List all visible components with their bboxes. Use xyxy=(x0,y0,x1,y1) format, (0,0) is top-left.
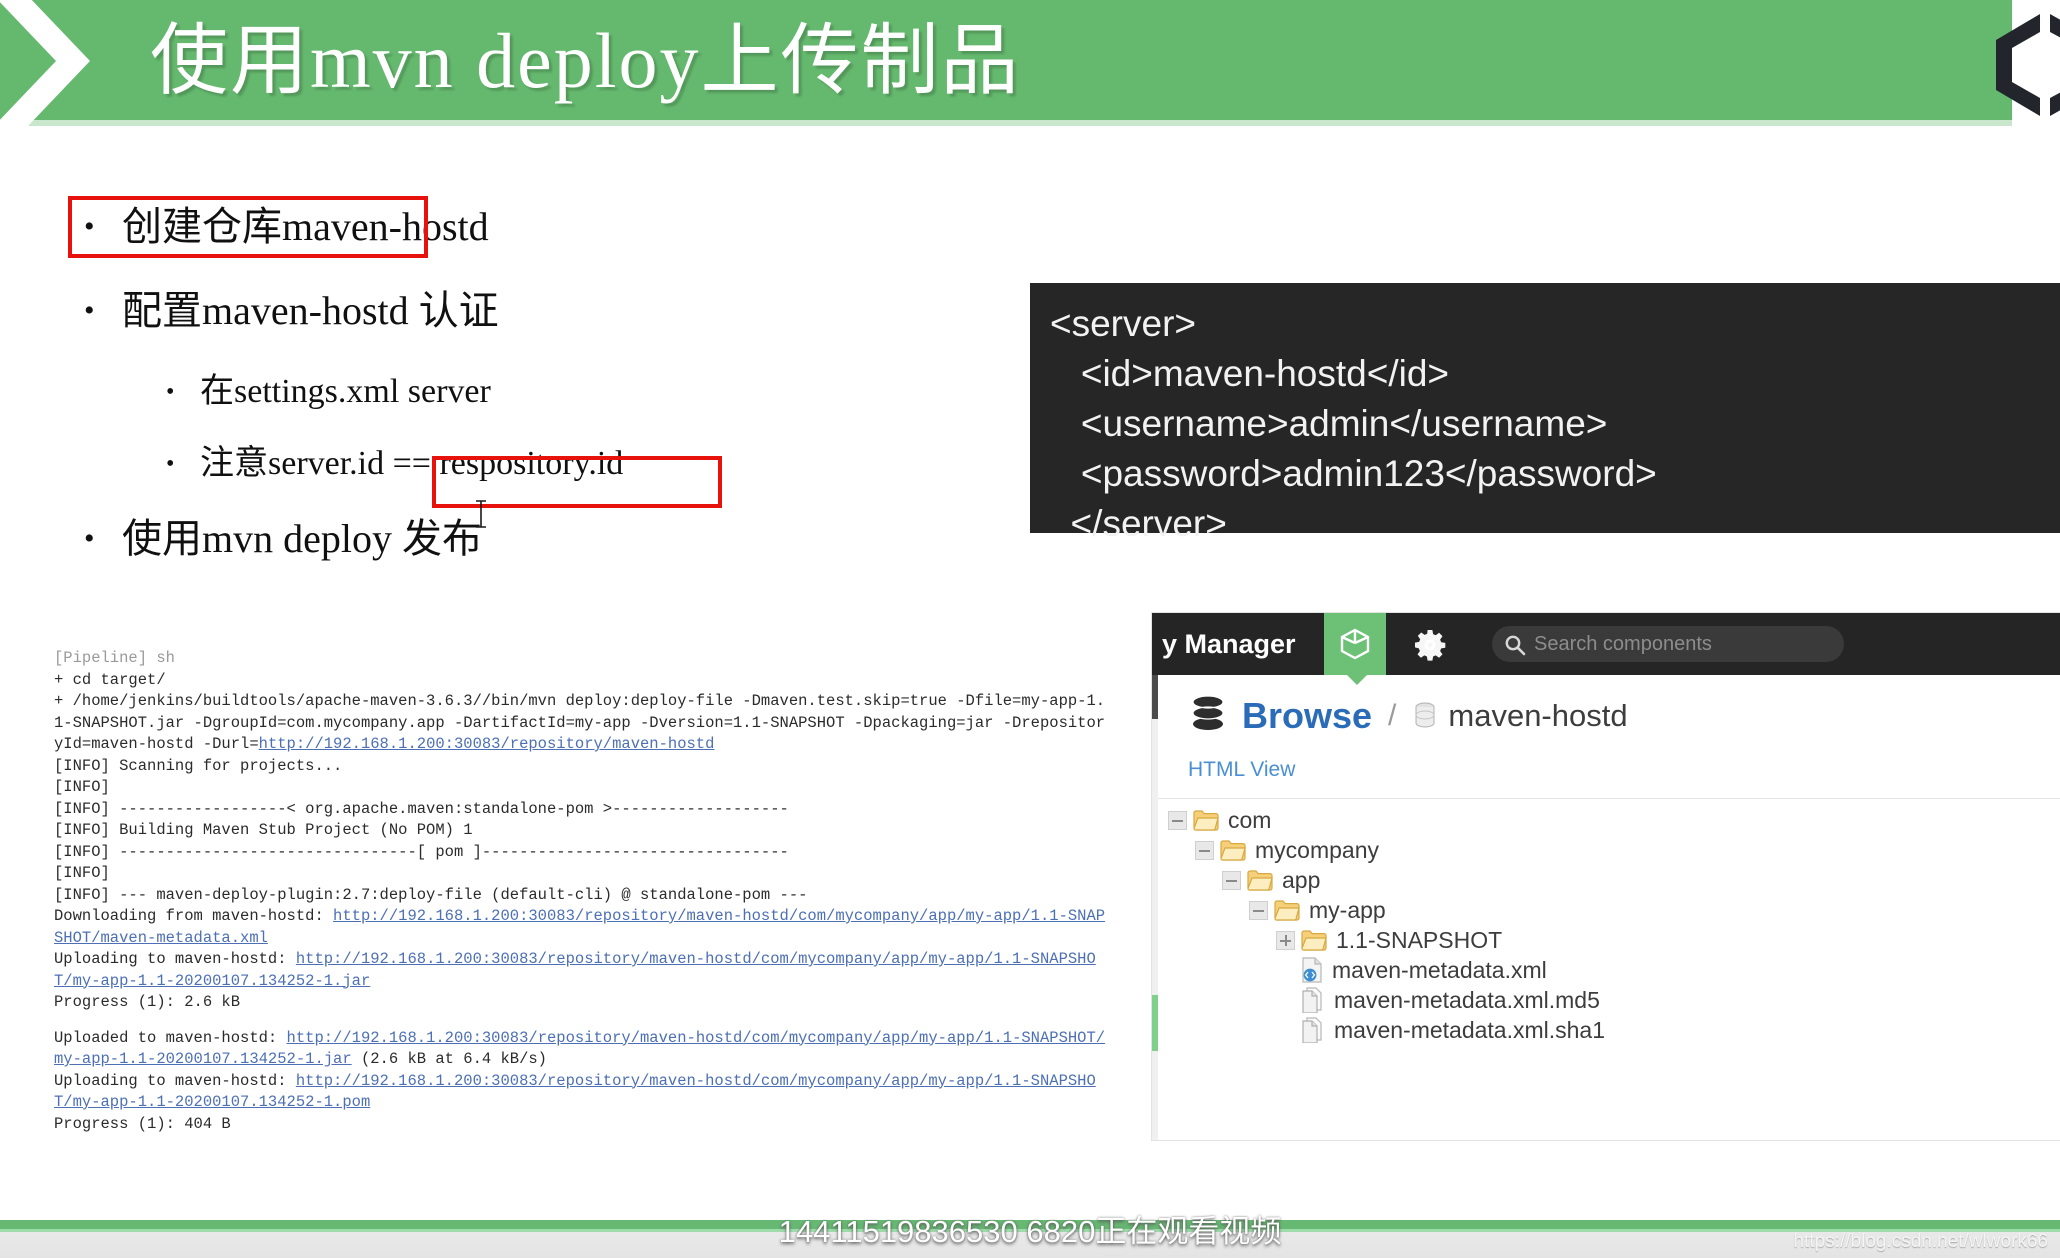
nexus-repository-manager-panel: y Manager Search components Browse / mav… xyxy=(1152,613,2060,1140)
tree-node[interactable]: 1.1-SNAPSHOT xyxy=(1168,925,2048,955)
console-line: Uploading to maven-hostd: http://192.168… xyxy=(54,950,1096,990)
tree-node-label: my-app xyxy=(1309,896,1386,923)
bullet-item-5: 使用mvn deploy 发布 xyxy=(70,508,1050,570)
footer-green-bar xyxy=(0,1220,2060,1229)
console-line: Uploading to maven-hostd: http://192.168… xyxy=(54,1071,1096,1112)
tree-node-label: maven-metadata.xml.sha1 xyxy=(1334,1016,1606,1043)
repository-icon xyxy=(1415,702,1435,728)
gear-icon[interactable] xyxy=(1414,629,1446,661)
divider xyxy=(1158,798,2060,799)
highlight-box-create-repo xyxy=(68,196,428,258)
tree-node-label: maven-metadata.xml.md5 xyxy=(1334,986,1600,1013)
search-input[interactable]: Search components xyxy=(1492,626,1844,662)
console-line: + cd target/ xyxy=(54,670,166,689)
tree-node[interactable]: com xyxy=(1168,805,2048,835)
scrollbar-track[interactable] xyxy=(1152,719,1158,1140)
tree-node-label: app xyxy=(1282,866,1321,893)
collapse-icon[interactable] xyxy=(1168,810,1187,830)
console-line: Uploaded to maven-hostd: http://192.168.… xyxy=(54,1028,1106,1069)
scrollbar-thumb[interactable] xyxy=(1152,995,1158,1051)
nexus-hexagon-logo-icon xyxy=(1988,8,2060,116)
console-line: + /home/jenkins/buildtools/apache-maven-… xyxy=(54,692,1106,753)
file-icon xyxy=(1301,1017,1325,1043)
header-underline xyxy=(0,120,2012,126)
console-line: [INFO] ------------------< org.apache.ma… xyxy=(54,799,789,818)
footer-gray-bar xyxy=(0,1232,2060,1258)
bullet-item-3: 在settings.xml server xyxy=(70,364,1050,420)
tree-node-label: mycompany xyxy=(1255,836,1379,863)
collapse-icon[interactable] xyxy=(1249,900,1268,920)
folder-open-icon xyxy=(1247,869,1273,891)
bullet-item-2: 配置maven-hostd 认证 xyxy=(70,280,1050,342)
breadcrumb-browse-link[interactable]: Browse xyxy=(1242,695,1372,737)
cube-icon xyxy=(1340,628,1370,660)
tree-node[interactable]: mycompany xyxy=(1168,835,2048,865)
nexus-app-title: y Manager xyxy=(1162,629,1296,659)
xml-code-text: <server> <id>maven-hostd</id> <username>… xyxy=(1050,303,1657,544)
tree-node[interactable]: maven-metadata.xml.sha1 xyxy=(1168,1015,2048,1045)
console-link[interactable]: http://192.168.1.200:30083/repository/ma… xyxy=(54,950,1096,990)
slide-header: 使用mvn deploy上传制品 xyxy=(0,0,2060,126)
tree-node-label: maven-metadata.xml xyxy=(1332,956,1547,983)
tab-active-indicator xyxy=(1346,674,1368,685)
tree-node-label: 1.1-SNAPSHOT xyxy=(1336,926,1503,953)
file-icon xyxy=(1301,987,1325,1013)
console-line: Progress (1): 2.6 kB xyxy=(54,993,241,1011)
text-cursor-icon xyxy=(476,500,486,528)
xml-code-block: <server> <id>maven-hostd</id> <username>… xyxy=(1030,283,2060,544)
console-line: [INFO] Scanning for projects... xyxy=(54,756,343,775)
console-line: [Pipeline] sh xyxy=(54,649,175,667)
page-title: 使用mvn deploy上传制品 xyxy=(150,17,1021,104)
console-link[interactable]: http://192.168.1.200:30083/repository/ma… xyxy=(54,1029,1105,1069)
chevron-right-icon xyxy=(0,0,90,126)
folder-open-icon xyxy=(1220,839,1246,861)
tree-node[interactable]: app xyxy=(1168,865,2048,895)
nexus-topbar: y Manager Search components xyxy=(1152,613,2060,685)
console-spacer xyxy=(54,1014,1114,1028)
tree-node[interactable]: my-app xyxy=(1168,895,2048,925)
html-view-link[interactable]: HTML View xyxy=(1188,758,1295,782)
jenkins-console-output: [Pipeline] sh + cd target/ + /home/jenkins… xyxy=(54,648,1114,1135)
collapse-icon[interactable] xyxy=(1222,870,1241,890)
breadcrumb-separator: / xyxy=(1388,699,1397,732)
tree-node-label: com xyxy=(1228,806,1272,833)
console-line: Downloading from maven-hostd: http://192… xyxy=(54,907,1106,947)
bullet-text: 使用mvn deploy 发布 xyxy=(122,516,482,561)
collapse-icon[interactable] xyxy=(1195,840,1214,860)
console-line: [INFO] --------------------------------[… xyxy=(54,842,789,861)
breadcrumb: Browse / maven-hostd xyxy=(1188,691,1628,741)
console-line: [INFO] Building Maven Stub Project (No P… xyxy=(54,821,473,839)
nexus-sidebar-edge xyxy=(1152,675,1158,719)
console-line: [INFO] xyxy=(54,864,110,882)
bullet-text: 配置maven-hostd 认证 xyxy=(122,288,499,333)
console-link[interactable]: http://192.168.1.200:30083/repository/ma… xyxy=(54,1072,1096,1112)
folder-open-icon xyxy=(1193,809,1219,831)
console-line: Progress (1): 404 B xyxy=(54,1114,231,1133)
console-link[interactable]: http://192.168.1.200:30083/repository/ma… xyxy=(259,735,715,753)
folder-open-icon xyxy=(1274,899,1300,921)
folder-open-icon xyxy=(1301,929,1327,951)
tree-node[interactable]: maven-metadata.xml.md5 xyxy=(1168,985,2048,1015)
tree-node[interactable]: maven-metadata.xml xyxy=(1168,955,2048,985)
xml-file-icon xyxy=(1301,957,1323,983)
bullet-text: 在settings.xml server xyxy=(200,373,491,410)
repository-tree: com mycompany app my-app 1.1-SNAPSHOT maven-m… xyxy=(1168,805,2048,1045)
watermark: https://blog.csdn.net/wlwork66 xyxy=(1793,1231,2048,1252)
console-link[interactable]: http://192.168.1.200:30083/repository/ma… xyxy=(54,907,1105,947)
console-line: [INFO] --- maven-deploy-plugin:2.7:deplo… xyxy=(54,885,808,904)
search-icon xyxy=(1505,635,1526,656)
database-stack-icon xyxy=(1192,695,1224,730)
console-line: [INFO] xyxy=(54,778,110,796)
search-placeholder: Search components xyxy=(1534,633,1712,655)
tab-browse[interactable] xyxy=(1324,613,1386,675)
breadcrumb-repo-label: maven-hostd xyxy=(1448,698,1628,733)
expand-icon[interactable] xyxy=(1276,930,1295,950)
